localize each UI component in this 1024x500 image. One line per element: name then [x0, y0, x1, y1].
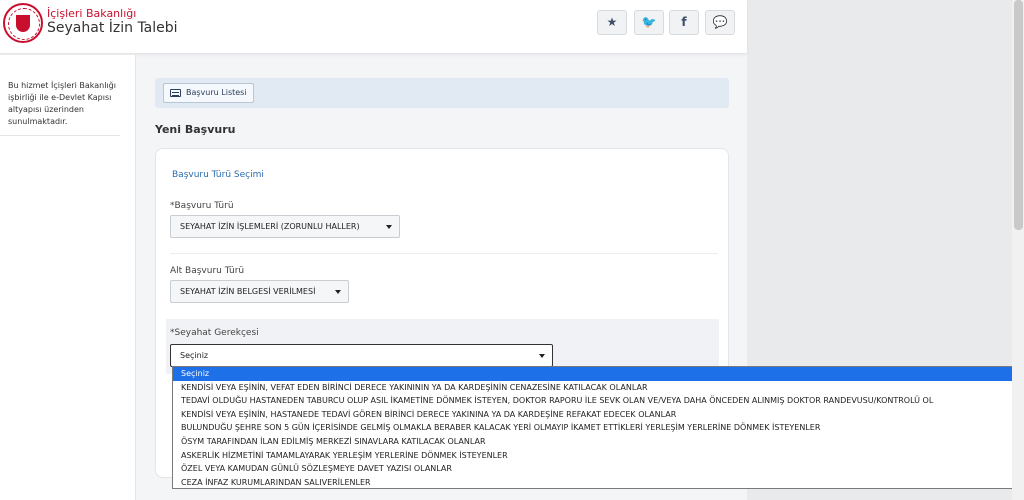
ministry-logo[interactable]	[3, 3, 43, 43]
application-list-label: Başvuru Listesi	[186, 88, 247, 97]
dropdown-option[interactable]: BULUNDUĞU ŞEHRE SON 5 GÜN İÇERİSİNDE GEL…	[173, 421, 1023, 435]
dropdown-option[interactable]: CEZA İNFAZ KURUMLARINDAN SALIVERİLENLER	[173, 476, 1023, 488]
dropdown-option[interactable]: KENDİSİ VEYA EŞİNİN, VEFAT EDEN BİRİNCİ …	[173, 381, 1023, 395]
travel-reason-options: Seçiniz KENDİSİ VEYA EŞİNİN, VEFAT EDEN …	[172, 366, 1024, 489]
subtype-value: SEYAHAT İZİN BELGESİ VERİLMESİ	[180, 287, 316, 296]
chevron-down-icon	[386, 225, 392, 229]
dropdown-option[interactable]: KENDİSİ VEYA EŞİNİN, HASTANEDE TEDAVİ GÖ…	[173, 408, 1023, 422]
dropdown-option[interactable]: ÖSYM TARAFINDAN İLAN EDİLMİŞ MERKEZİ SIN…	[173, 435, 1023, 449]
card-heading: Başvuru Türü Seçimi	[172, 170, 264, 180]
star-icon[interactable]: ★	[597, 10, 627, 35]
ministry-name: İçişleri Bakanlığı	[47, 7, 137, 20]
travel-reason-label: *Seyahat Gerekçesi	[170, 328, 259, 338]
dropdown-option[interactable]: ÖZEL VEYA KAMUDAN GÜNLÜ SÖZLEŞMEYE DAVET…	[173, 462, 1023, 476]
application-list-button[interactable]: Başvuru Listesi	[163, 83, 254, 103]
subtype-label: Alt Başvuru Türü	[170, 266, 245, 276]
dropdown-option[interactable]: ASKERLİK HİZMETİNİ TAMAMLAYARAK YERLEŞİM…	[173, 449, 1023, 463]
travel-reason-select[interactable]: Seçiniz	[170, 344, 553, 367]
chevron-down-icon	[539, 354, 545, 358]
application-type-select[interactable]: SEYAHAT İZİN İŞLEMLERİ (ZORUNLU HALLER)	[170, 215, 400, 238]
subtype-select[interactable]: SEYAHAT İZİN BELGESİ VERİLMESİ	[170, 280, 349, 303]
dropdown-option[interactable]: Seçiniz	[173, 367, 1023, 381]
dropdown-option[interactable]: TEDAVİ OLDUĞU HASTANEDEN TABURCU OLUP AS…	[173, 394, 1023, 408]
header: İçişleri Bakanlığı Seyahat İzin Talebi ★…	[0, 0, 747, 54]
scrollbar-thumb[interactable]	[1014, 0, 1023, 230]
page-title: Seyahat İzin Talebi	[47, 20, 178, 36]
sidebar: Bu hizmet İçişleri Bakanlığı işbirliği i…	[0, 55, 136, 500]
travel-reason-value: Seçiniz	[180, 351, 209, 360]
comment-icon[interactable]: 💬	[705, 10, 735, 35]
divider	[170, 253, 718, 254]
chevron-down-icon	[335, 290, 341, 294]
twitter-icon[interactable]: 🐦	[634, 10, 664, 35]
list-icon	[170, 89, 181, 97]
facebook-icon[interactable]: f	[669, 10, 699, 35]
sidebar-info-text: Bu hizmet İçişleri Bakanlığı işbirliği i…	[8, 81, 116, 126]
section-title: Yeni Başvuru	[155, 123, 236, 136]
toolbar: Başvuru Listesi	[155, 78, 729, 108]
application-type-label: *Başvuru Türü	[170, 201, 234, 211]
application-type-value: SEYAHAT İZİN İŞLEMLERİ (ZORUNLU HALLER)	[180, 222, 360, 231]
sidebar-divider	[0, 135, 120, 136]
